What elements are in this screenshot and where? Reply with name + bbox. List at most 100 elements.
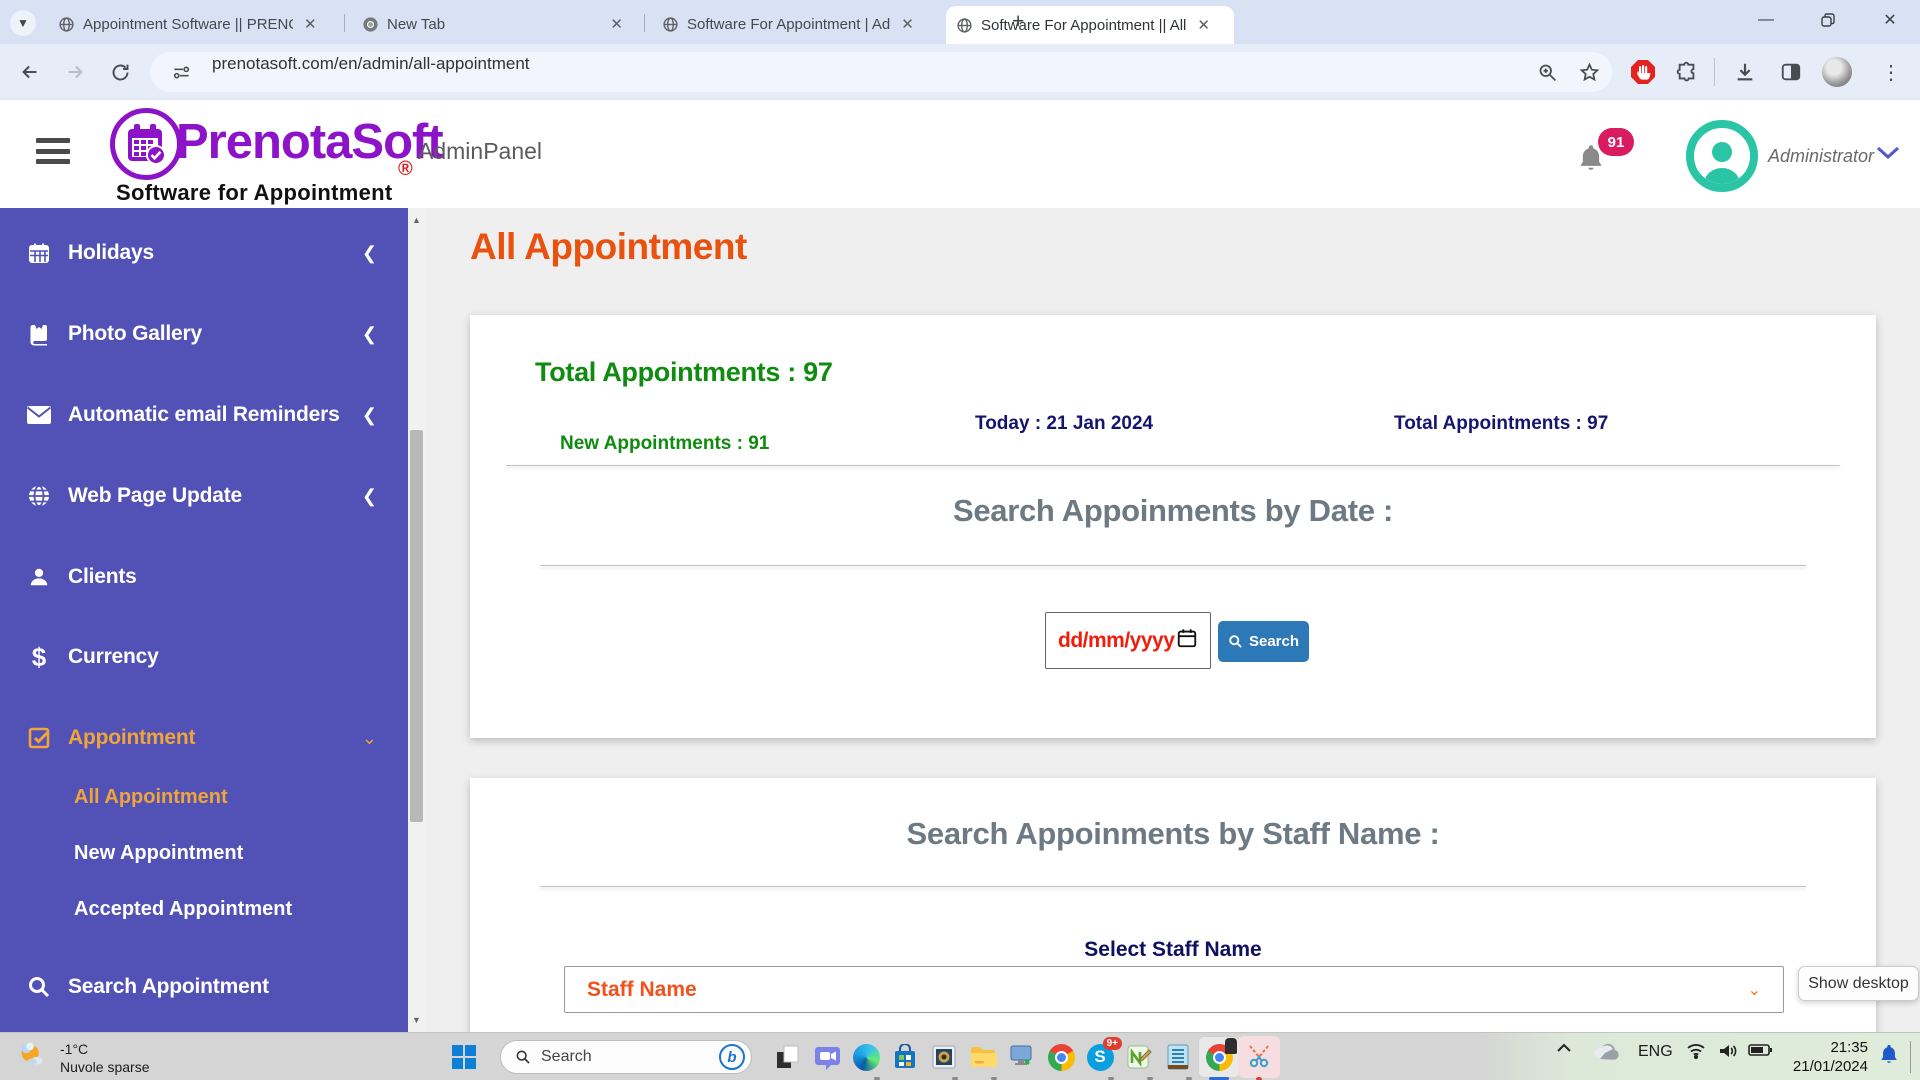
window-close-button[interactable]: ✕ (1868, 4, 1912, 36)
site-info-icon[interactable] (166, 57, 196, 87)
tray-language[interactable]: ENG (1638, 1043, 1673, 1061)
sidebar-item-holidays[interactable]: Holidays ❮ (0, 229, 405, 277)
volume-icon[interactable] (1718, 1043, 1738, 1059)
url-text[interactable]: prenotasoft.com/en/admin/all-appointment (212, 54, 530, 74)
scrollbar-thumb[interactable] (410, 430, 423, 822)
tab-close-icon[interactable]: ✕ (607, 15, 626, 33)
sidebar-item-clients[interactable]: Clients (0, 553, 405, 601)
select-staff-label: Select Staff Name (470, 938, 1876, 962)
user-role-label[interactable]: Administrator (1768, 146, 1874, 167)
chevron-down-icon: ⌄ (362, 728, 377, 749)
tab-close-icon[interactable]: ✕ (1194, 16, 1213, 34)
edge-icon[interactable] (850, 1041, 882, 1073)
tab-3[interactable]: Software For Appointment | Ad ✕ (652, 8, 938, 40)
start-button[interactable] (452, 1045, 476, 1069)
sidebar-item-appointment[interactable]: Appointment ⌄ (0, 714, 405, 762)
sidebar-item-currency[interactable]: $ Currency (0, 633, 405, 681)
chrome-icon[interactable] (1045, 1041, 1077, 1073)
notepad-icon[interactable] (1162, 1041, 1194, 1073)
hamburger-menu-icon[interactable] (36, 138, 70, 164)
back-button[interactable] (16, 58, 44, 86)
weather-widget[interactable]: -1°C Nuvole sparse (14, 1036, 150, 1079)
downloads-icon[interactable] (1730, 57, 1760, 87)
chevron-left-icon: ❮ (362, 243, 377, 264)
tab-title: Appointment Software || PRENO (83, 16, 293, 33)
tab-close-icon[interactable]: ✕ (898, 15, 917, 33)
today-date-stat: Today : 21 Jan 2024 (975, 413, 1153, 435)
sidebar-item-web-page-update[interactable]: Web Page Update ❮ (0, 472, 405, 520)
side-panel-icon[interactable] (1776, 57, 1806, 87)
tab-title: New Tab (387, 16, 445, 33)
search-icon (24, 975, 54, 999)
window-restore-button[interactable] (1806, 4, 1850, 36)
scroll-up-icon[interactable]: ▲ (408, 210, 425, 230)
user-menu-chevron-icon[interactable] (1876, 146, 1900, 165)
notepad-plus-plus-icon[interactable] (1123, 1041, 1155, 1073)
scroll-down-icon[interactable]: ▼ (408, 1010, 425, 1030)
date-search-button[interactable]: Search (1218, 621, 1309, 662)
taskbar: -1°C Nuvole sparse Search b (0, 1032, 1920, 1080)
browser-menu-icon[interactable]: ⋮ (1876, 57, 1906, 87)
snipping-tool-icon[interactable] (1243, 1041, 1275, 1073)
chevron-left-icon: ❮ (362, 405, 377, 426)
remote-desktop-icon[interactable] (1006, 1041, 1038, 1073)
microsoft-store-icon[interactable] (889, 1041, 921, 1073)
staff-search-heading: Search Appoinments by Staff Name : (470, 816, 1876, 852)
sidebar-subitem-new-appointment[interactable]: New Appointment (74, 842, 243, 865)
taskbar-search[interactable]: Search b (500, 1040, 752, 1074)
task-view-icon[interactable] (772, 1041, 804, 1073)
calendar-picker-icon[interactable] (1176, 627, 1198, 654)
tab-close-icon[interactable]: ✕ (301, 15, 320, 33)
forward-button[interactable] (61, 58, 89, 86)
new-tab-button[interactable]: + (1012, 10, 1024, 34)
weather-desc: Nuvole sparse (60, 1058, 150, 1076)
file-explorer-icon[interactable] (967, 1041, 999, 1073)
page-title: All Appointment (470, 226, 747, 268)
notification-center-bell-icon[interactable] (1878, 1043, 1900, 1067)
show-desktop-strip[interactable] (1910, 1041, 1911, 1073)
photo-viewer-icon[interactable] (928, 1041, 960, 1073)
staff-search-card: Search Appoinments by Staff Name : Selec… (470, 778, 1876, 1032)
chat-app-icon[interactable] (811, 1041, 843, 1073)
bookmark-star-icon[interactable] (1574, 57, 1604, 87)
taskbar-search-placeholder: Search (541, 1048, 719, 1066)
tray-expand-chevron-icon[interactable] (1556, 1043, 1572, 1053)
browser-titlebar: ▼ Appointment Software || PRENO ✕ New Ta… (0, 0, 1920, 44)
onedrive-icon[interactable] (1592, 1043, 1620, 1061)
extensions-puzzle-icon[interactable] (1672, 57, 1702, 87)
new-appointments-stat: New Appointments : 91 (560, 433, 769, 455)
sidebar-item-search-appointment[interactable]: Search Appointment (0, 963, 405, 1011)
reload-button[interactable] (106, 58, 134, 86)
user-avatar[interactable] (1686, 120, 1758, 192)
main-content: All Appointment Total Appointments : 97 … (425, 208, 1920, 1032)
sidebar-item-photo-gallery[interactable]: Photo Gallery ❮ (0, 310, 405, 358)
tab-1[interactable]: Appointment Software || PRENO ✕ (48, 8, 338, 40)
tab-2[interactable]: New Tab ✕ (352, 8, 636, 40)
tray-clock[interactable]: 21:35 21/01/2024 (1762, 1038, 1868, 1076)
date-input[interactable]: dd/mm/yyyy (1045, 612, 1211, 669)
sidebar-subitem-all-appointment[interactable]: All Appointment (74, 786, 228, 809)
browser-profile-avatar[interactable] (1822, 57, 1852, 87)
chevron-left-icon: ❮ (362, 486, 377, 507)
tab-search-chevron-icon[interactable]: ▼ (10, 10, 36, 36)
sidebar-item-email-reminders[interactable]: Automatic email Reminders ❮ (0, 391, 405, 439)
sidebar-scrollbar[interactable]: ▲ ▼ (408, 208, 425, 1032)
tab-4-active[interactable]: Software For Appointment || All ✕ (946, 6, 1234, 44)
logo-calendar-icon[interactable] (110, 108, 182, 180)
zoom-icon[interactable] (1532, 57, 1562, 87)
tab-title: Software For Appointment | Ad (687, 16, 890, 33)
total-appointments-stat-right: Total Appointments : 97 (1394, 413, 1608, 435)
screen: ▼ Appointment Software || PRENO ✕ New Ta… (0, 0, 1920, 1080)
adblock-extension-icon[interactable] (1628, 57, 1658, 87)
user-icon (24, 566, 54, 588)
wifi-icon[interactable] (1686, 1043, 1706, 1059)
staff-name-select[interactable]: Staff Name ⌄ (564, 966, 1784, 1013)
staff-select-value: Staff Name (587, 978, 697, 1002)
sidebar-subitem-accepted-appointment[interactable]: Accepted Appointment (74, 898, 292, 921)
window-minimize-button[interactable]: — (1744, 4, 1788, 36)
dollar-icon: $ (24, 642, 54, 673)
chrome-active-window-icon[interactable] (1203, 1041, 1235, 1073)
skype-icon[interactable]: S 9+ (1084, 1041, 1116, 1073)
globe-icon (24, 484, 54, 508)
show-desktop-tooltip: Show desktop (1798, 966, 1919, 1001)
